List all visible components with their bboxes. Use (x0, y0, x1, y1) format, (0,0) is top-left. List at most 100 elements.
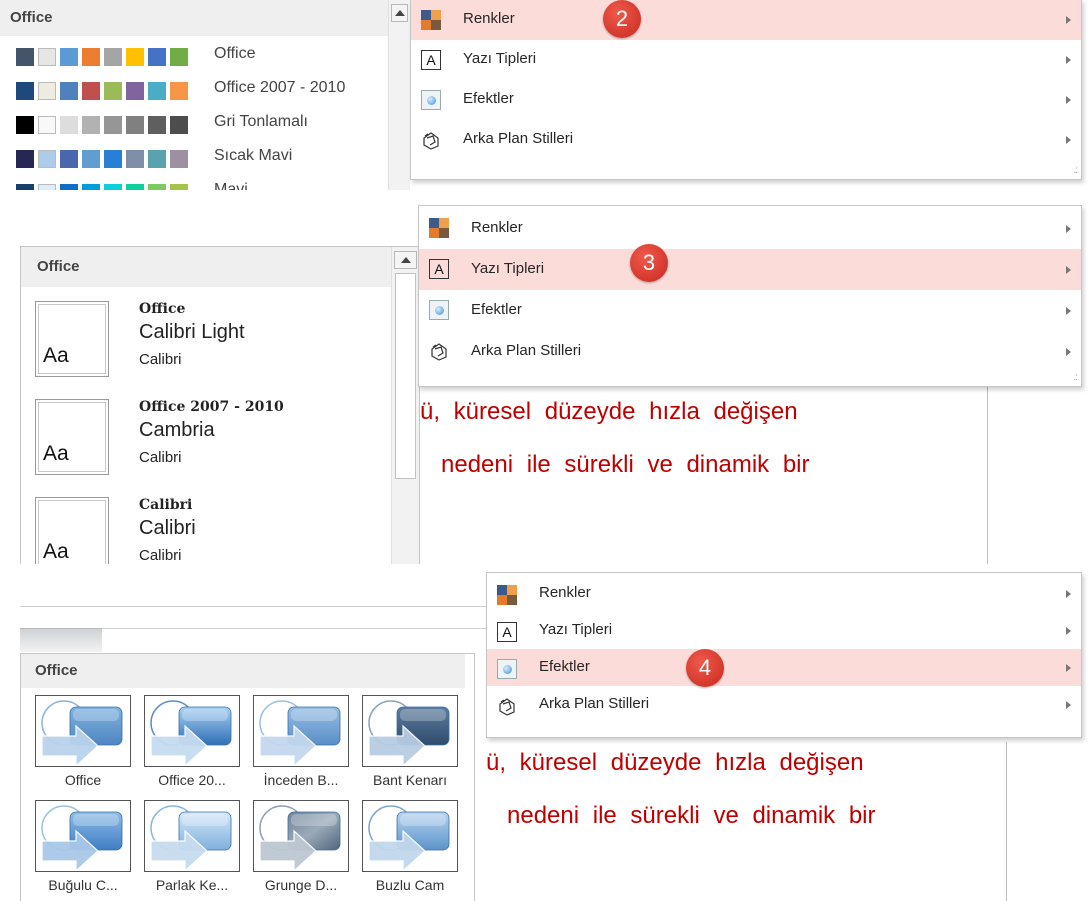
font-theme-option[interactable]: Aa Office 2007 - 2010 Cambria Calibri (35, 399, 405, 489)
design-theme-menu: Renkler A Yazı Tipleri Efektler Arka Plan St… (486, 572, 1082, 738)
effect-option[interactable]: İnceden B... (253, 695, 353, 795)
menu-item-label: Efektler (463, 90, 514, 107)
menu-item-colors[interactable]: Renkler (411, 0, 1081, 40)
color-swatch (60, 48, 78, 66)
color-swatch (104, 150, 122, 168)
gallery-scrollbar[interactable] (388, 0, 410, 190)
body-font-name: Calibri (139, 547, 182, 564)
color-swatch (126, 82, 144, 100)
fonts-icon: A (421, 50, 441, 70)
menu-item-effects[interactable]: Efektler (419, 290, 1081, 331)
color-swatch (126, 48, 144, 66)
step-badge: 2 (603, 0, 641, 38)
font-theme-option[interactable]: Aa Office Calibri Light Calibri (35, 301, 405, 391)
color-swatch (38, 150, 56, 168)
effect-label: İnceden B... (263, 772, 339, 788)
color-swatch (16, 82, 34, 100)
menu-item-label: Efektler (471, 301, 522, 318)
effect-option[interactable]: Grunge D... (253, 800, 353, 900)
font-sample-text: Aa (43, 442, 69, 465)
menu-item-effects[interactable]: Efektler (487, 649, 1081, 686)
submenu-arrow-icon (1066, 590, 1071, 598)
gallery-header: Office (0, 0, 388, 36)
effect-option[interactable]: Buğulu C... (35, 800, 135, 900)
submenu-arrow-icon (1066, 307, 1071, 315)
effect-option[interactable]: Buzlu Cam (362, 800, 462, 900)
resize-grip-icon[interactable]: .: (1073, 372, 1077, 383)
submenu-arrow-icon (1066, 627, 1071, 635)
gallery-scrollbar[interactable] (391, 247, 419, 564)
colors-icon (421, 10, 441, 30)
color-swatch (170, 150, 188, 168)
menu-item-fonts[interactable]: A Yazı Tipleri (411, 40, 1081, 80)
slide-text-line: ü, küresel düzeyde hızla değişen (486, 749, 864, 776)
scroll-up-button[interactable] (391, 4, 408, 22)
color-scheme-option[interactable]: Office (16, 45, 386, 66)
effect-label: Office (64, 772, 102, 788)
menu-item-label: Arka Plan Stilleri (471, 342, 582, 359)
background-styles-icon (421, 130, 441, 150)
step-badge: 4 (686, 649, 724, 687)
section-fonts: ü, küresel düzeyde hızla değişen nedeni … (0, 190, 1089, 564)
effect-label: Bant Kenarı (373, 772, 447, 788)
submenu-arrow-icon (1066, 96, 1071, 104)
font-theme-option[interactable]: Aa Calibri Calibri Calibri (35, 497, 405, 564)
font-preview-thumbnail: Aa (35, 399, 109, 475)
slide-text-line: nedeni ile sürekli ve dinamik bir (441, 451, 810, 478)
menu-item-fonts[interactable]: A Yazı Tipleri (419, 249, 1081, 290)
effect-preview-thumbnail (362, 800, 458, 873)
scroll-up-button[interactable] (394, 251, 417, 269)
effect-option[interactable]: Parlak Ke... (144, 800, 244, 900)
color-swatch (82, 116, 100, 134)
menu-item-background-styles[interactable]: Arka Plan Stilleri (411, 120, 1081, 160)
menu-item-effects[interactable]: Efektler (411, 80, 1081, 120)
scroll-thumb[interactable] (395, 273, 416, 479)
color-scheme-option[interactable]: Gri Tonlamalı (16, 113, 386, 134)
resize-grip-icon[interactable]: .: (1073, 165, 1077, 176)
effect-option[interactable]: Office 20... (144, 695, 244, 795)
color-scheme-label: Office (214, 45, 256, 62)
color-swatch (60, 150, 78, 168)
effect-label: Office 20... (158, 772, 226, 788)
color-swatch (104, 116, 122, 134)
color-swatch (38, 48, 56, 66)
gallery-header: Office (21, 654, 465, 688)
color-swatch (148, 82, 166, 100)
design-theme-menu: Renkler A Yazı Tipleri Efektler Arka Plan St… (410, 0, 1082, 180)
color-scheme-option[interactable]: Office 2007 - 2010 (16, 79, 386, 100)
menu-item-label: Renkler (539, 584, 591, 601)
menu-item-label: Arka Plan Stilleri (463, 130, 574, 147)
effect-label: Buzlu Cam (375, 877, 445, 893)
menu-item-fonts[interactable]: A Yazı Tipleri (487, 612, 1081, 649)
effect-preview-thumbnail (144, 800, 240, 873)
menu-item-colors[interactable]: Renkler (487, 575, 1081, 612)
color-scheme-label: Sıcak Mavi (214, 147, 293, 164)
color-swatch (38, 82, 56, 100)
color-scheme-gallery: Office Office Office 2007 - 2010 Gri Tonla… (0, 0, 389, 190)
section-effects: ü, küresel düzeyde hızla değişen nedeni … (0, 564, 1089, 901)
color-swatch (16, 116, 34, 134)
menu-item-background-styles[interactable]: Arka Plan Stilleri (487, 686, 1081, 723)
step-badge: 3 (630, 244, 668, 282)
background-styles-icon (429, 341, 449, 361)
color-swatch (148, 48, 166, 66)
color-scheme-option[interactable]: Sıcak Mavi (16, 147, 386, 168)
design-theme-menu: Renkler A Yazı Tipleri Efektler Arka Plan St… (418, 205, 1082, 387)
heading-font-name: Calibri (139, 517, 196, 539)
color-swatch (148, 116, 166, 134)
color-swatch (170, 82, 188, 100)
submenu-arrow-icon (1066, 266, 1071, 274)
body-font-name: Calibri (139, 351, 182, 368)
color-swatch (16, 150, 34, 168)
fonts-icon: A (429, 259, 449, 279)
effect-option[interactable]: Bant Kenarı (362, 695, 462, 795)
effect-option[interactable]: Office (35, 695, 135, 795)
menu-item-background-styles[interactable]: Arka Plan Stilleri (419, 331, 1081, 372)
submenu-arrow-icon (1066, 225, 1071, 233)
effects-icon (421, 90, 441, 110)
menu-item-label: Arka Plan Stilleri (539, 695, 650, 712)
effects-gallery: Office Office Office 20... İnceden B... Ban… (20, 653, 475, 901)
menu-item-colors[interactable]: Renkler (419, 208, 1081, 249)
font-sample-text: Aa (43, 540, 69, 563)
fonts-icon: A (497, 622, 517, 642)
